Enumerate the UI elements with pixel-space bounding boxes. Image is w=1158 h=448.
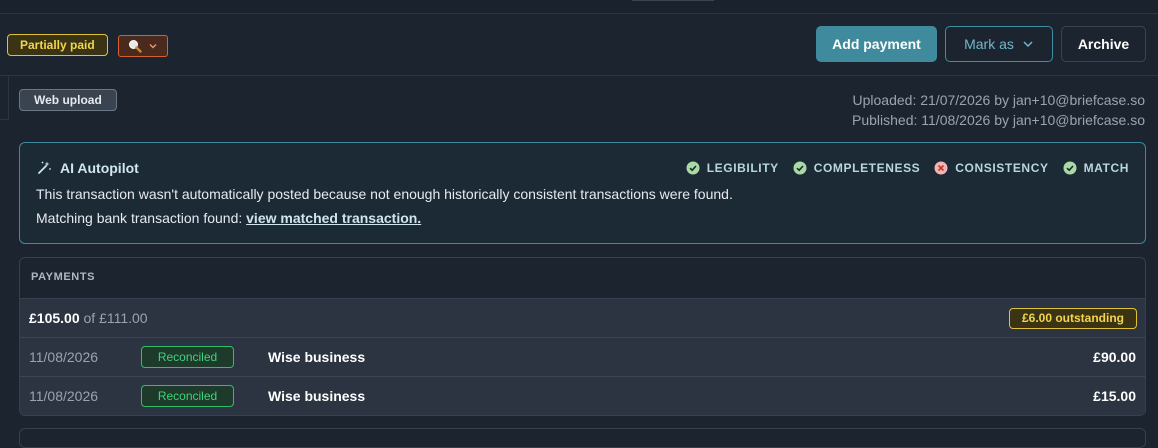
payments-summary: £105.00 of £111.00 £6.00 outstanding [20,299,1145,338]
x-circle-icon [934,161,948,175]
check-label: COMPLETENESS [813,161,921,175]
payment-amount: £15.00 [1093,388,1136,404]
toolbar: Partially paid Add payment Mark as Archi… [0,14,1158,76]
check-label: LEGIBILITY [706,161,779,175]
autopilot-panel: AI Autopilot LEGIBILITY COMPLETENESS CON… [19,142,1146,244]
payment-date: 11/08/2026 [29,349,99,365]
reconciled-badge: Reconciled [141,385,234,407]
mark-as-label: Mark as [964,36,1014,52]
payment-amount: £90.00 [1093,349,1136,365]
payment-row[interactable]: 11/08/2026 Reconciled Wise business £90.… [20,338,1145,377]
autopilot-title: AI Autopilot [36,160,139,176]
check-match: MATCH [1063,161,1129,175]
add-payment-button[interactable]: Add payment [816,26,937,62]
check-completeness: COMPLETENESS [793,161,921,175]
source-badge: Web upload [19,89,117,111]
next-section-card [19,428,1146,448]
chevron-down-icon [149,44,157,49]
payments-header: PAYMENTS [20,258,1145,299]
payment-description: Wise business [268,349,366,365]
match-prefix: Matching bank transaction found: [36,210,247,226]
inspect-dropdown[interactable] [118,35,168,57]
mark-as-button[interactable]: Mark as [945,26,1053,62]
autopilot-title-text: AI Autopilot [60,160,139,176]
payment-date: 11/08/2026 [29,388,99,404]
check-legibility: LEGIBILITY [686,161,779,175]
payment-description: Wise business [268,388,366,404]
check-circle-icon [793,161,807,175]
tab-indicator [632,0,714,1]
autopilot-message: This transaction wasn't automatically po… [36,186,733,202]
total-value: of £111.00 [83,310,148,326]
add-payment-label: Add payment [832,36,921,52]
check-label: CONSISTENCY [955,161,1049,175]
magnifier-icon [129,40,142,53]
autopilot-match-line: Matching bank transaction found: view ma… [36,210,421,226]
payments-panel: PAYMENTS £105.00 of £111.00 £6.00 outsta… [19,257,1146,416]
outstanding-badge: £6.00 outstanding [1008,308,1137,329]
published-info: Published: 11/08/2026 by jan+10@briefcas… [852,112,1145,128]
payment-row[interactable]: 11/08/2026 Reconciled Wise business £15.… [20,377,1145,415]
check-circle-icon [1063,161,1077,175]
chevron-down-icon [1023,41,1033,48]
autopilot-checks: LEGIBILITY COMPLETENESS CONSISTENCY MATC… [686,161,1129,175]
status-badge: Partially paid [7,34,108,56]
paid-amount: £105.00 of £111.00 [29,310,148,326]
top-strip [0,0,1158,14]
check-circle-icon [686,161,700,175]
left-rail [0,76,9,120]
check-label: MATCH [1083,161,1129,175]
check-consistency: CONSISTENCY [934,161,1048,175]
upload-metadata: Uploaded: 21/07/2026 by jan+10@briefcase… [852,90,1145,130]
paid-value: £105.00 [29,310,80,326]
view-matched-transaction-link[interactable]: view matched transaction. [246,210,421,226]
magic-wand-icon [38,161,51,174]
archive-label: Archive [1077,36,1130,52]
uploaded-info: Uploaded: 21/07/2026 by jan+10@briefcase… [852,92,1145,108]
archive-button[interactable]: Archive [1061,26,1146,62]
reconciled-badge: Reconciled [141,346,234,368]
